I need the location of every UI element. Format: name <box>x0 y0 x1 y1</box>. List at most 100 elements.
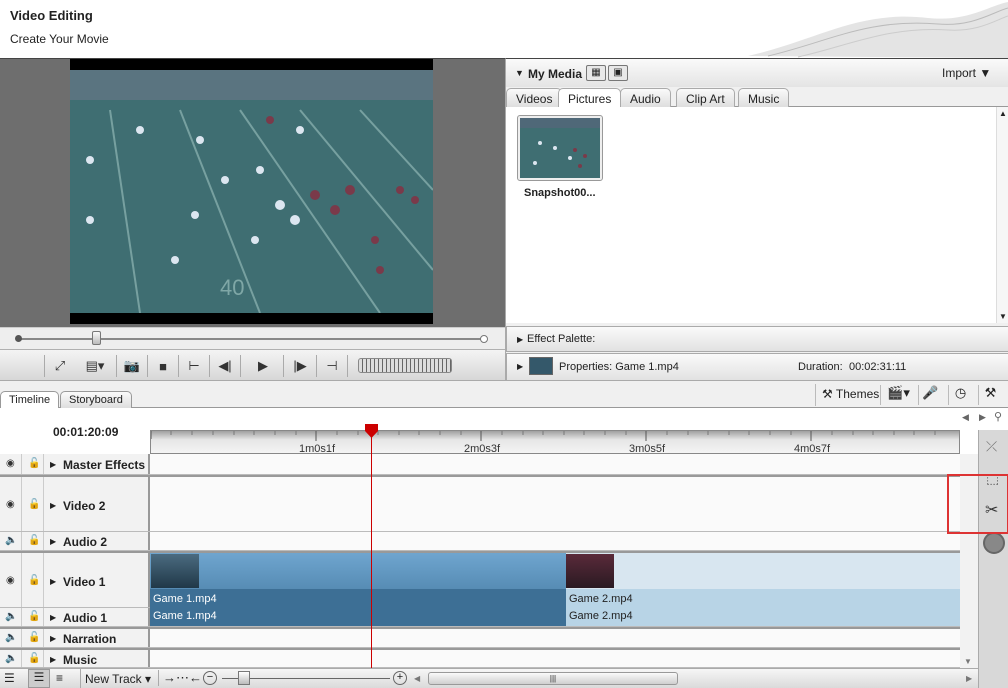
speaker-icon[interactable]: 🔈 <box>5 535 17 546</box>
next-frame-icon[interactable]: |▶ <box>288 355 312 377</box>
eye-icon[interactable]: ◉ <box>6 575 15 586</box>
thumbnail-picture <box>520 118 600 178</box>
thumbnail-view-icon[interactable]: ▣ <box>608 65 628 81</box>
trim-icon[interactable]: ⤫ <box>986 438 997 455</box>
scrub-track[interactable] <box>18 338 486 340</box>
expand-arrow-icon[interactable]: ▶ <box>517 335 523 344</box>
tab-timeline[interactable]: Timeline <box>0 391 60 409</box>
speaker-icon[interactable]: 🔈 <box>5 653 17 664</box>
lock-icon[interactable]: 🔓 <box>28 499 40 510</box>
collapse-arrow-icon[interactable]: ▼ <box>515 68 524 78</box>
track-lane[interactable] <box>150 532 960 550</box>
svg-text:40: 40 <box>220 275 244 300</box>
play-icon[interactable]: ▶ <box>251 355 275 377</box>
timer-icon[interactable]: ◷ <box>948 385 972 405</box>
audio-mix-icon[interactable] <box>983 532 1005 554</box>
lock-icon[interactable]: 🔓 <box>28 458 40 469</box>
movie-settings-icon[interactable]: 🎬▾ <box>880 385 916 405</box>
tab-audio[interactable]: Audio <box>620 88 671 107</box>
new-track-dropdown[interactable]: New Track ▾ <box>80 669 155 688</box>
expand-arrow-icon[interactable]: ▶ <box>50 613 56 622</box>
themes-button[interactable]: ⚒ Themes <box>815 384 885 406</box>
view-medium-icon[interactable]: ☰ <box>28 669 50 688</box>
video-clip-game-2[interactable]: Game 2.mp4 <box>566 553 960 608</box>
view-large-icon[interactable]: ≡ <box>56 671 63 685</box>
lock-icon[interactable]: 🔓 <box>28 575 40 586</box>
track-lane[interactable] <box>150 454 960 474</box>
expand-arrow-icon[interactable]: ▶ <box>50 577 56 586</box>
snapshot-camera-icon[interactable]: 📷 <box>120 355 144 377</box>
expand-arrow-icon[interactable]: ▶ <box>50 537 56 546</box>
list-view-icon[interactable]: ▦ <box>586 65 606 81</box>
audio-clip-game-2[interactable]: Game 2.mp4 <box>566 608 960 626</box>
speaker-icon[interactable]: 🔈 <box>5 611 17 622</box>
lock-icon[interactable]: 🔓 <box>28 611 40 622</box>
track-lane[interactable] <box>150 629 960 647</box>
tab-music[interactable]: Music <box>738 88 790 107</box>
speaker-icon[interactable]: 🔈 <box>5 632 17 643</box>
ruler-ticks <box>151 431 936 441</box>
hscroll-left-icon[interactable]: ◀ <box>414 674 420 683</box>
track-lane[interactable]: Game 1.mp4 Game 2.mp4 <box>150 608 960 626</box>
jog-shuttle-control[interactable] <box>358 358 452 373</box>
scrub-thumb[interactable] <box>92 331 101 345</box>
media-scrollbar[interactable]: ▲ ▼ <box>996 107 1008 323</box>
track-lane[interactable] <box>150 650 960 667</box>
scroll-down-icon[interactable]: ▼ <box>999 312 1007 321</box>
eye-icon[interactable]: ◉ <box>6 458 15 469</box>
mark-in-icon[interactable]: ⊢ <box>182 355 206 377</box>
previous-frame-icon[interactable]: ◀| <box>213 355 237 377</box>
view-small-icon[interactable]: ☰ <box>4 671 15 685</box>
scroll-up-icon[interactable]: ▲ <box>999 109 1007 118</box>
horizontal-scroll-thumb[interactable]: ||| <box>428 672 678 685</box>
properties-bar[interactable]: ▶ Properties: Game 1.mp4 Duration: 00:02… <box>506 353 1008 381</box>
import-label: Import <box>942 66 977 80</box>
stop-icon[interactable]: ■ <box>151 355 175 377</box>
zoom-in-icon[interactable]: + <box>393 671 407 685</box>
track-lane[interactable] <box>150 477 960 531</box>
microphone-icon[interactable]: 🎤 <box>918 385 942 405</box>
eye-icon[interactable]: ◉ <box>6 499 15 510</box>
media-thumbnail[interactable] <box>517 115 603 181</box>
tab-pictures[interactable]: Pictures <box>558 88 622 108</box>
playhead-handle[interactable] <box>365 424 378 438</box>
zoom-slider-thumb[interactable] <box>238 671 250 685</box>
expand-arrow-icon[interactable]: ▶ <box>50 460 56 469</box>
scrub-end-marker <box>480 335 488 343</box>
fit-to-window-icon[interactable]: →⋯← <box>158 670 202 686</box>
track-lane[interactable]: Game 1.mp4 Game 2.mp4 <box>150 553 960 608</box>
tab-videos[interactable]: Videos <box>506 88 563 107</box>
fullscreen-icon[interactable]: ⤢ <box>48 355 72 377</box>
lock-icon[interactable]: 🔓 <box>28 653 40 664</box>
display-mode-dropdown[interactable]: ▤▾ <box>78 355 112 377</box>
timeline-ruler[interactable]: 1m0s1f 2m0s3f 3m0s5f 4m0s7f <box>150 430 960 455</box>
preview-panel: 40 ⤢ ▤▾ 📷 ■ ⊢ ◀| ▶ |▶ ⊣ <box>0 58 505 381</box>
zoom-out-icon[interactable]: − <box>203 671 217 685</box>
hammer-icon[interactable]: ⚒ <box>978 385 1002 405</box>
import-button[interactable]: Import ▼ <box>942 66 991 80</box>
scroll-left-icon[interactable]: ◀ <box>962 412 969 423</box>
lock-icon[interactable]: 🔓 <box>28 632 40 643</box>
expand-arrow-icon[interactable]: ▶ <box>50 655 56 664</box>
audio-clip-game-1[interactable]: Game 1.mp4 <box>150 608 566 626</box>
hscroll-right-icon[interactable]: ▶ <box>966 674 972 683</box>
expand-arrow-icon[interactable]: ▶ <box>517 362 523 371</box>
mark-out-icon[interactable]: ⊣ <box>320 355 344 377</box>
tab-storyboard[interactable]: Storyboard <box>60 391 132 409</box>
video-preview[interactable]: 40 <box>70 59 433 324</box>
video-clip-game-1[interactable]: Game 1.mp4 <box>150 553 566 608</box>
effect-palette-bar[interactable]: ▶ Effect Palette: <box>506 326 1008 352</box>
expand-arrow-icon[interactable]: ▶ <box>50 634 56 643</box>
lock-icon[interactable]: 🔓 <box>28 535 40 546</box>
preview-scrub-bar[interactable] <box>0 327 505 349</box>
track-video-2: ◉ 🔓 ▶ Video 2 <box>0 475 960 532</box>
expand-arrow-icon[interactable]: ▶ <box>50 501 56 510</box>
pin-icon[interactable]: ⚲ <box>994 410 1002 423</box>
scroll-down-icon[interactable]: ▼ <box>964 657 972 666</box>
separator <box>116 355 117 377</box>
tab-clip-art[interactable]: Clip Art <box>676 88 735 107</box>
scroll-right-icon[interactable]: ▶ <box>979 412 986 423</box>
header-swoosh-graphic <box>748 2 1008 58</box>
timecode-area: 00:01:20:09 <box>0 408 150 454</box>
separator <box>209 355 210 377</box>
